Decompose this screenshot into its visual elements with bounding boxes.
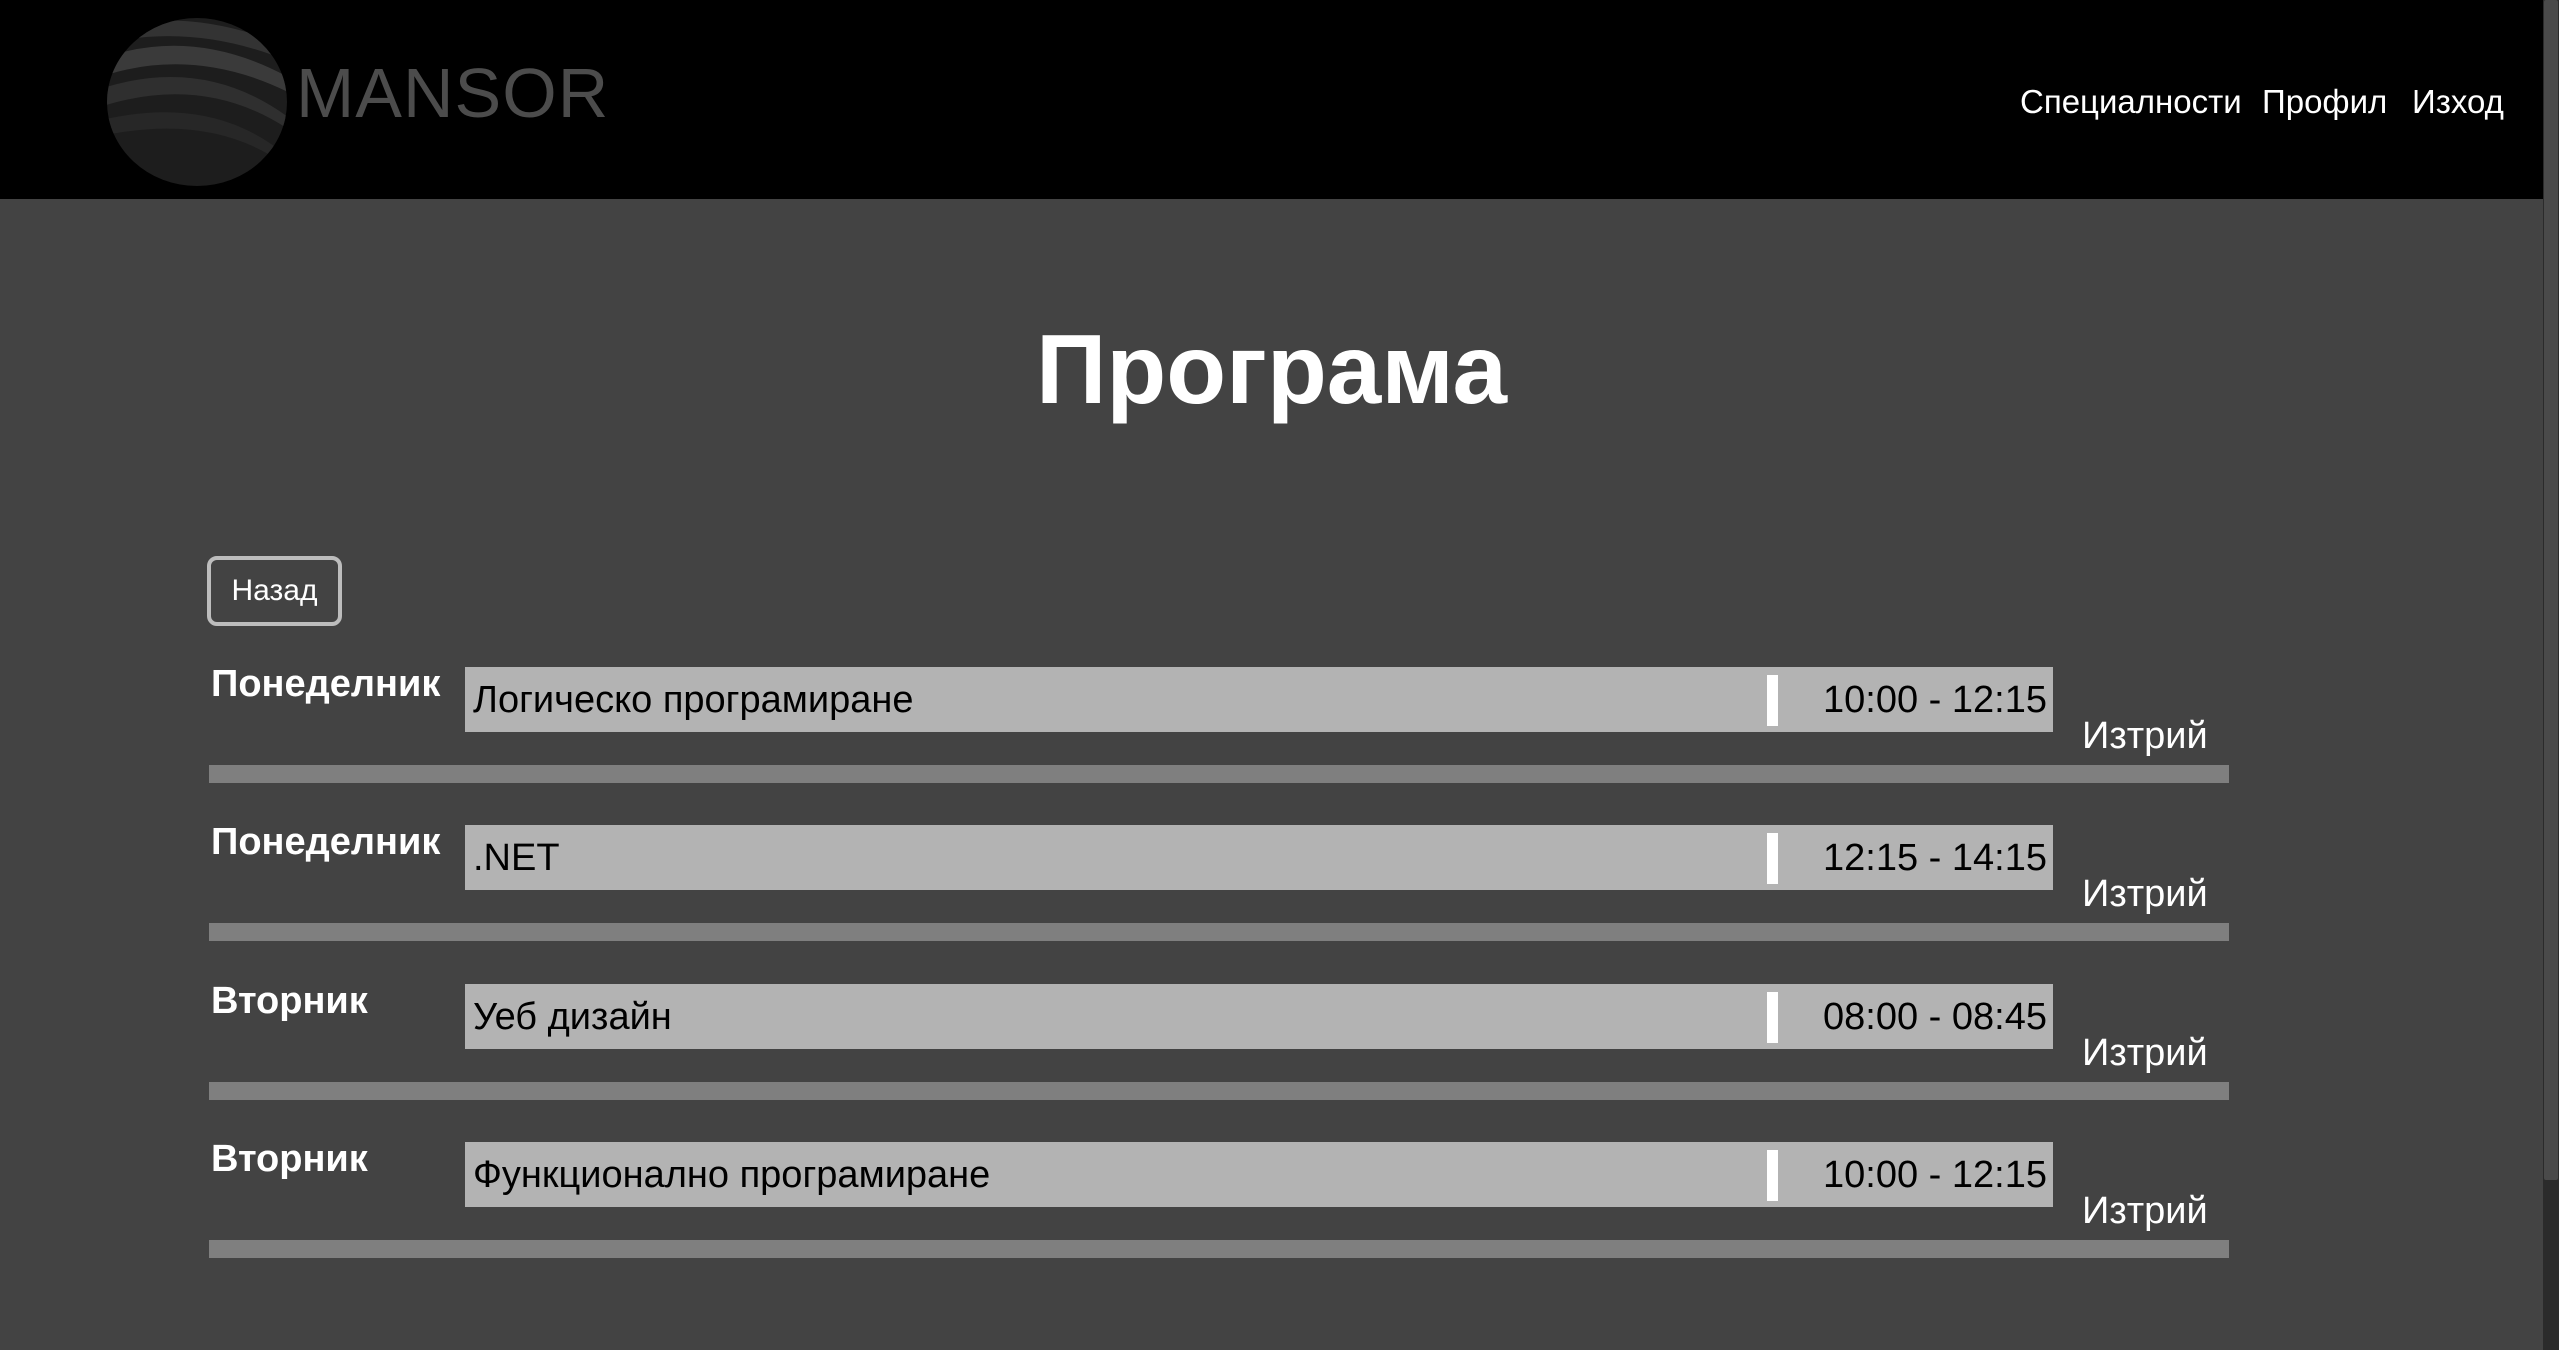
bar-divider — [1767, 1150, 1778, 1201]
day-label: Понеделник — [211, 821, 441, 863]
schedule-row: Понеделник .NET 12:15 - 14:15 Изтрий — [0, 823, 2543, 981]
logo-text[interactable]: MANSOR — [296, 58, 609, 128]
subject-name: Уеб дизайн — [473, 996, 672, 1038]
nav-specialties[interactable]: Специалности — [2020, 85, 2242, 118]
site-header: MANSOR Специалности Профил Изход — [0, 0, 2543, 199]
delete-button[interactable]: Изтрий — [2082, 1034, 2208, 1072]
subject-name: .NET — [473, 837, 560, 879]
page-title: Програма — [1035, 314, 1508, 424]
time-range: 12:15 - 14:15 — [1823, 837, 2047, 879]
nav-profile[interactable]: Профил — [2262, 85, 2387, 118]
delete-button[interactable]: Изтрий — [2082, 717, 2208, 755]
back-button[interactable]: Назад — [207, 556, 342, 626]
bar-divider — [1767, 675, 1778, 726]
delete-button[interactable]: Изтрий — [2082, 1192, 2208, 1230]
day-label: Вторник — [211, 980, 368, 1022]
delete-button[interactable]: Изтрий — [2082, 875, 2208, 913]
row-separator — [209, 1240, 2229, 1258]
schedule-bar: Уеб дизайн 08:00 - 08:45 — [465, 984, 2053, 1049]
schedule-row: Понеделник Логическо програмиране 10:00 … — [0, 665, 2543, 823]
nav-logout[interactable]: Изход — [2412, 85, 2504, 118]
schedule-bar: Функционално програмиране 10:00 - 12:15 — [465, 1142, 2053, 1207]
row-separator — [209, 923, 2229, 941]
schedule-row: Вторник Функционално програмиране 10:00 … — [0, 1140, 2543, 1298]
day-label: Вторник — [211, 1138, 368, 1180]
scrollbar-thumb[interactable] — [2544, 0, 2558, 1180]
schedule-bar: Логическо програмиране 10:00 - 12:15 — [465, 667, 2053, 732]
schedule-bar: .NET 12:15 - 14:15 — [465, 825, 2053, 890]
row-separator — [209, 1082, 2229, 1100]
time-range: 08:00 - 08:45 — [1823, 996, 2047, 1038]
subject-name: Логическо програмиране — [473, 679, 914, 721]
row-separator — [209, 765, 2229, 783]
bar-divider — [1767, 992, 1778, 1043]
time-range: 10:00 - 12:15 — [1823, 1154, 2047, 1196]
day-label: Понеделник — [211, 663, 441, 705]
mansor-logo-icon[interactable] — [106, 17, 288, 186]
subject-name: Функционално програмиране — [473, 1154, 991, 1196]
time-range: 10:00 - 12:15 — [1823, 679, 2047, 721]
schedule-row: Вторник Уеб дизайн 08:00 - 08:45 Изтрий — [0, 982, 2543, 1140]
bar-divider — [1767, 833, 1778, 884]
